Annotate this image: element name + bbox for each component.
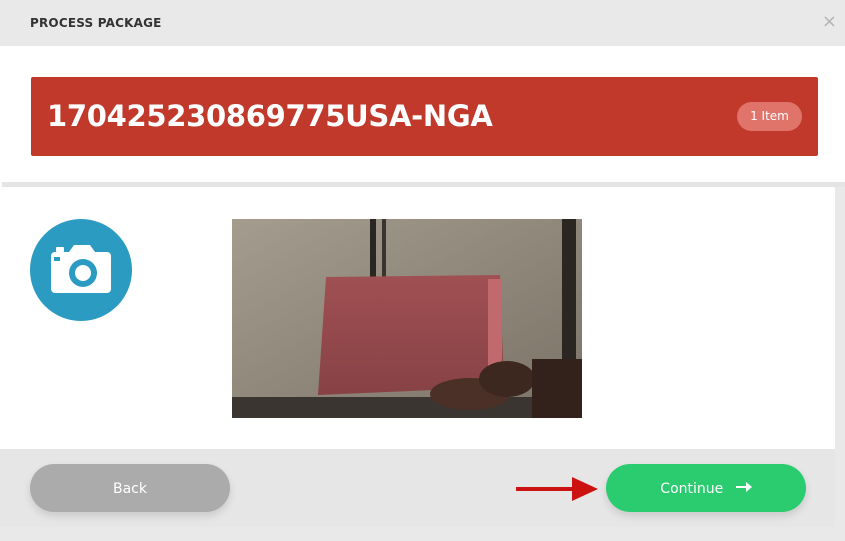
modal-title: PROCESS PACKAGE: [30, 16, 162, 30]
section-divider: [2, 182, 845, 187]
modal-edge: [835, 187, 845, 541]
continue-label: Continue: [660, 481, 724, 497]
modal-bottom-edge: [0, 527, 845, 541]
tracking-number: 170425230869775USA-NGA: [47, 99, 493, 133]
take-photo-button[interactable]: [30, 219, 132, 321]
item-count-badge: 1 Item: [737, 102, 802, 131]
back-label: Back: [113, 481, 147, 497]
close-icon[interactable]: ×: [822, 11, 837, 33]
camera-icon: [51, 245, 111, 293]
annotation-arrow-icon: [516, 477, 598, 501]
back-button[interactable]: Back: [30, 464, 230, 512]
package-banner: 170425230869775USA-NGA 1 Item: [31, 77, 818, 156]
arrow-right-icon: [735, 465, 752, 513]
captured-package-photo: [232, 219, 582, 418]
continue-button[interactable]: Continue: [606, 464, 806, 512]
modal-header: PROCESS PACKAGE ×: [0, 0, 845, 46]
